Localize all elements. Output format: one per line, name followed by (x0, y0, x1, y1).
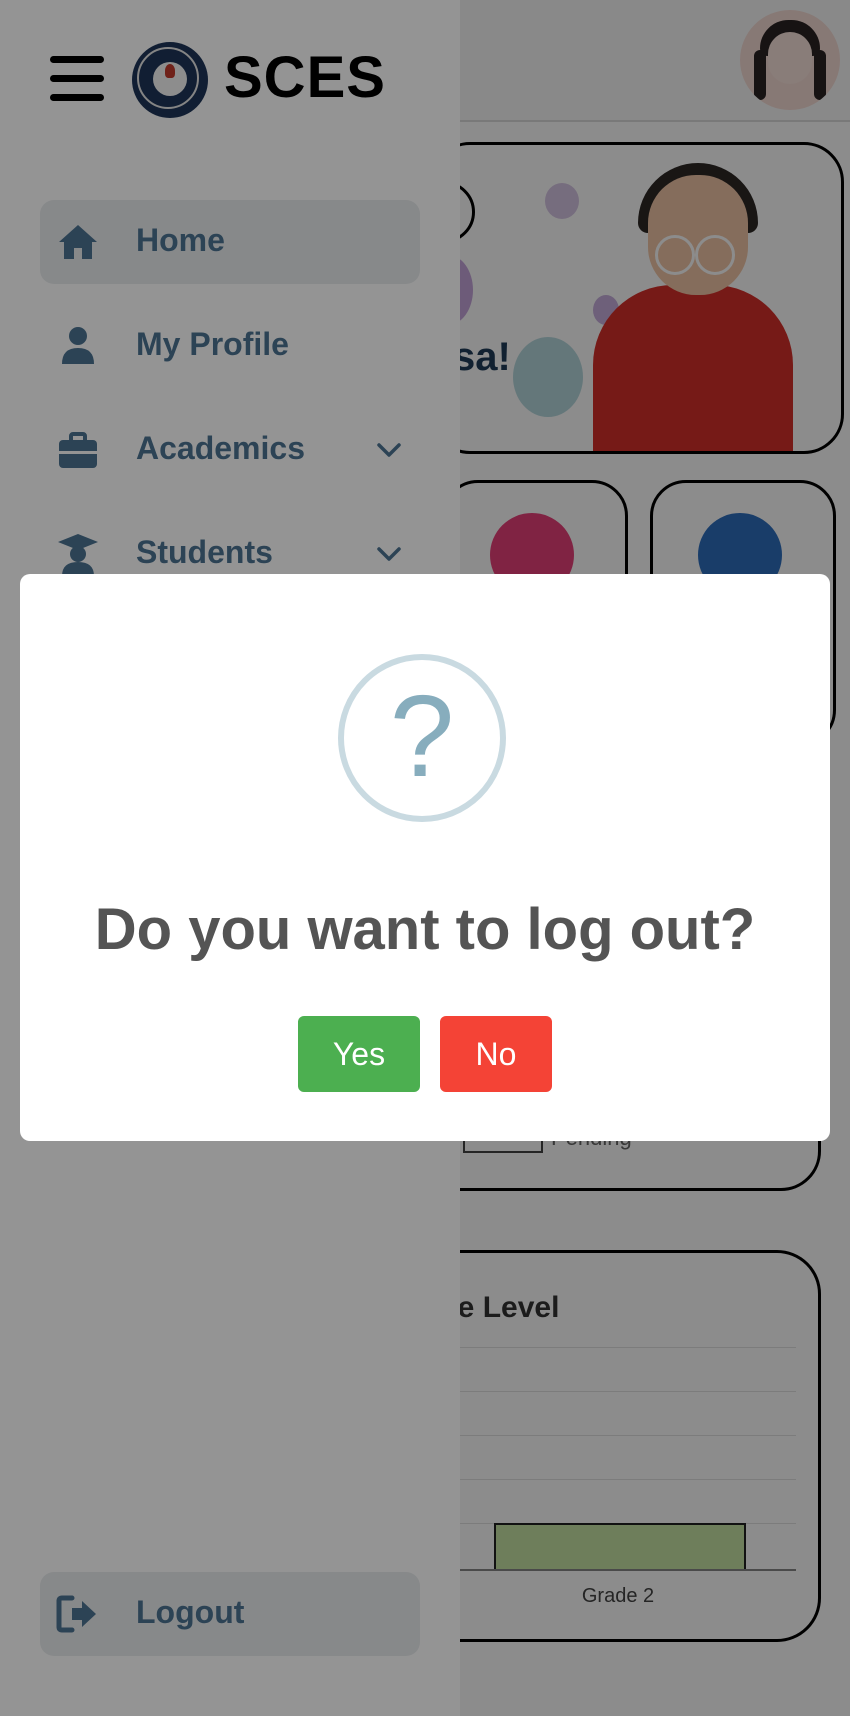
dialog-title: Do you want to log out? (94, 897, 756, 962)
question-icon: ? (338, 654, 506, 822)
no-button[interactable]: No (440, 1016, 552, 1092)
yes-button[interactable]: Yes (298, 1016, 420, 1092)
logout-dialog: ? Do you want to log out? Yes No (20, 574, 830, 1141)
